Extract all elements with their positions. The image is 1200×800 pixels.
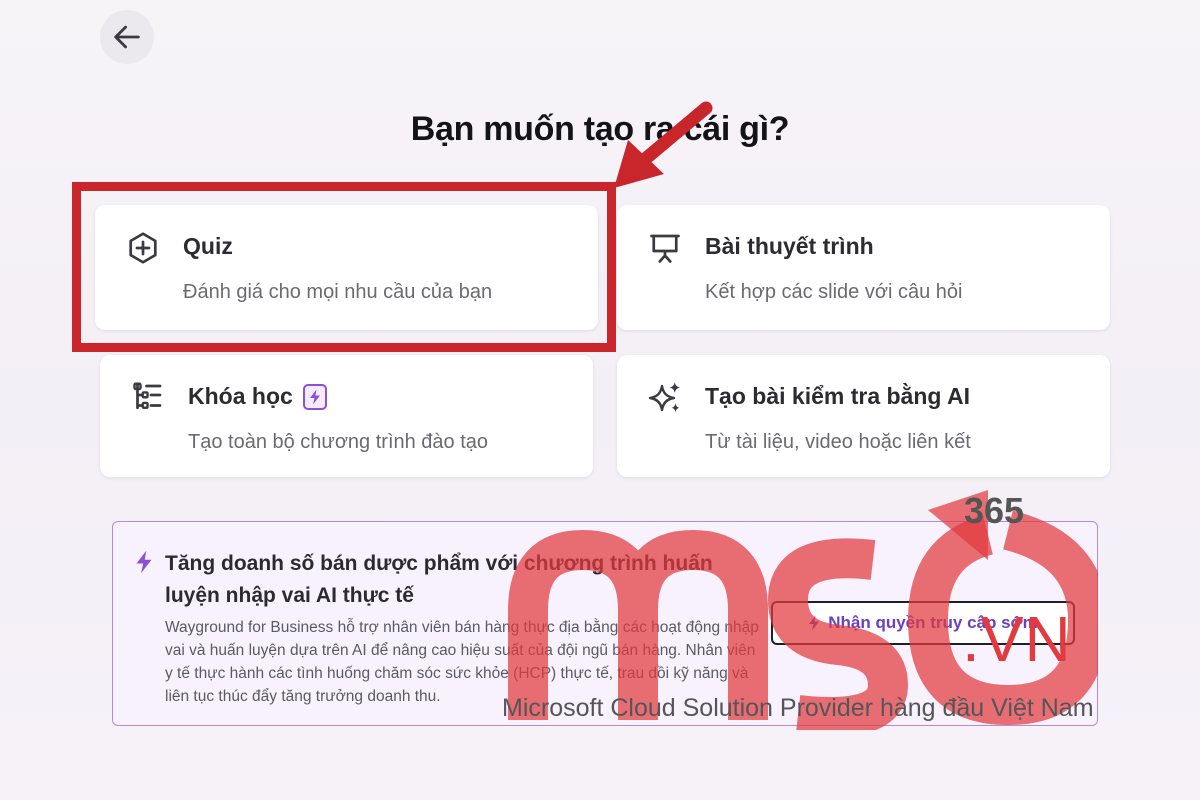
- card-title: Tạo bài kiểm tra bằng AI: [705, 383, 970, 409]
- card-course[interactable]: Khóa học Tạo toàn bộ chương trình đào tạ…: [100, 355, 593, 477]
- early-access-button[interactable]: Nhận quyền truy cập sớm: [771, 601, 1075, 645]
- back-button[interactable]: [100, 10, 154, 64]
- early-access-label: Nhận quyền truy cập sớm: [828, 613, 1038, 632]
- lightning-icon: [809, 615, 820, 631]
- card-title-text: Khóa học: [188, 383, 293, 409]
- card-description: Từ tài liệu, video hoặc liên kết: [705, 431, 971, 453]
- card-quiz[interactable]: Quiz Đánh giá cho mọi nhu cầu của bạn: [95, 205, 598, 330]
- card-description: Đánh giá cho mọi nhu cầu của bạn: [183, 281, 493, 303]
- promo-banner: Tăng doanh số bán dược phẩm với chương t…: [112, 521, 1098, 726]
- card-title: Khóa học: [188, 383, 327, 410]
- course-list-icon: [133, 382, 162, 410]
- card-description: Kết hợp các slide với câu hỏi: [705, 281, 963, 303]
- card-title: Quiz: [183, 233, 233, 259]
- promo-title: Tăng doanh số bán dược phẩm với chương t…: [165, 552, 713, 607]
- lightning-icon: [136, 550, 152, 574]
- arrow-left-icon: [114, 25, 140, 49]
- presentation-icon: [650, 234, 680, 263]
- card-description: Tạo toàn bộ chương trình đào tạo: [188, 431, 489, 453]
- page-title: Bạn muốn tạo ra cái gì?: [410, 110, 790, 148]
- lightning-badge-icon: [302, 383, 327, 410]
- card-title: Bài thuyết trình: [705, 233, 874, 259]
- card-presentation[interactable]: Bài thuyết trình Kết hợp các slide với c…: [617, 205, 1110, 330]
- promo-body: Wayground for Business hỗ trợ nhân viên …: [165, 619, 759, 705]
- sparkles-icon: [648, 382, 680, 413]
- plus-circle-icon: [129, 232, 157, 264]
- card-ai-quiz[interactable]: Tạo bài kiểm tra bằng AI Từ tài liệu, vi…: [617, 355, 1110, 477]
